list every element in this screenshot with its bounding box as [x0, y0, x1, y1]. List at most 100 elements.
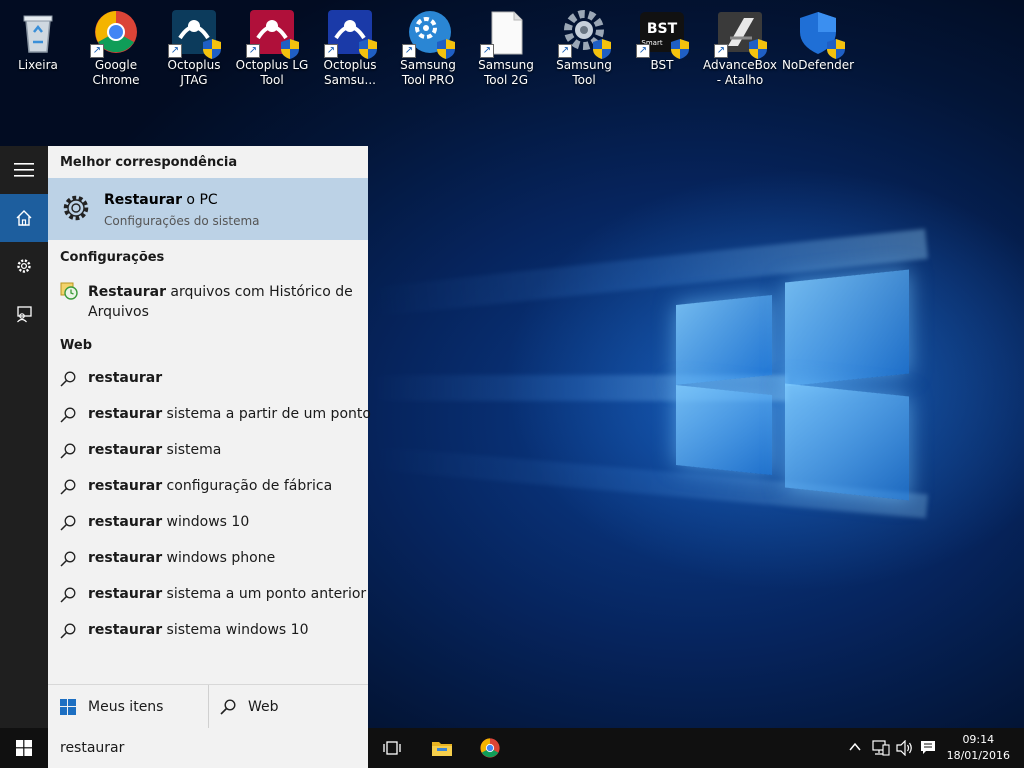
desktop-icon-samsung-tool-2g[interactable]: ↗ Samsung Tool 2G — [468, 4, 544, 88]
chevron-up-icon[interactable] — [848, 740, 862, 754]
hamburger-icon — [14, 163, 34, 177]
settings-button[interactable] — [0, 242, 48, 290]
web-result-item[interactable]: restaurar sistema a partir de um ponto — [48, 398, 371, 434]
task-view-icon — [383, 741, 401, 755]
settings-section-header: Configurações — [60, 250, 165, 265]
web-result-item[interactable]: restaurar configuração de fábrica — [48, 470, 368, 506]
desktop-icon-label: Octoplus LG Tool — [235, 58, 309, 87]
shortcut-arrow-icon: ↗ — [558, 44, 572, 58]
filter-divider — [208, 685, 209, 729]
uac-shield-icon — [749, 39, 767, 59]
desktop-icon-advancebox[interactable]: ↗ AdvanceBox - Atalho — [702, 4, 778, 88]
start-button[interactable] — [0, 728, 48, 768]
desktop-icon-bst[interactable]: BST Smart ↗ BST — [624, 4, 700, 73]
web-section-header: Web — [60, 338, 92, 353]
shortcut-arrow-icon: ↗ — [480, 44, 494, 58]
desktop-icon-nodefender[interactable]: NoDefender — [780, 4, 856, 73]
web-result-text: restaurar sistema windows 10 — [88, 622, 309, 638]
web-result-text: restaurar configuração de fábrica — [88, 478, 333, 494]
web-result-text: restaurar sistema — [88, 442, 222, 458]
notifications-icon[interactable] — [920, 740, 936, 756]
desktop-icon-chrome[interactable]: ↗ Google Chrome — [78, 4, 154, 88]
desktop-icon-lixeira[interactable]: Lixeira — [0, 4, 76, 73]
web-result-item[interactable]: restaurar sistema — [48, 434, 368, 470]
uac-shield-icon — [671, 39, 689, 59]
shortcut-arrow-icon: ↗ — [90, 44, 104, 58]
file-history-icon — [60, 282, 78, 300]
desktop-icon-label: Lixeira — [18, 58, 58, 72]
feedback-button[interactable] — [0, 290, 48, 338]
search-query-text: restaurar — [60, 740, 125, 756]
desktop-icon-octoplus-lg[interactable]: ↗ Octoplus LG Tool — [234, 4, 310, 88]
octoplus-lg-icon: ↗ — [246, 8, 299, 59]
chrome-icon: ↗ — [90, 8, 140, 58]
folder-icon — [432, 742, 452, 756]
clock-date: 18/01/2016 — [946, 749, 1010, 762]
settings-gear-icon — [63, 195, 89, 221]
web-result-item[interactable]: restaurar windows 10 — [48, 506, 368, 542]
filter-web[interactable]: Web — [220, 685, 279, 729]
web-result-text: restaurar sistema a partir de um ponto — [88, 406, 371, 422]
chrome-taskbar-button[interactable] — [466, 728, 514, 768]
settings-result-file-history[interactable]: Restaurar arquivos com Histórico de Arqui… — [48, 278, 368, 326]
web-result-item[interactable]: restaurar windows phone — [48, 542, 368, 578]
samsung-tool-2g-icon: ↗ — [480, 8, 530, 58]
desktop-icon-label: Samsung Tool PRO — [400, 58, 456, 87]
desktop-icon-octoplus-jtag[interactable]: ↗ Octoplus JTAG — [156, 4, 232, 88]
desktop-icon-samsung-tool-pro[interactable]: ↗ Samsung Tool PRO — [390, 4, 466, 88]
advancebox-icon: ↗ — [714, 8, 767, 59]
start-rail — [0, 146, 48, 728]
clock-time: 09:14 — [962, 733, 995, 746]
octoplus-jtag-icon: ↗ — [168, 8, 221, 59]
desktop-icon-octoplus-samsung[interactable]: ↗ Octoplus Samsu... — [312, 4, 388, 88]
uac-shield-icon — [203, 39, 221, 59]
windows-logo-icon — [60, 699, 76, 715]
search-icon — [60, 587, 76, 603]
search-icon — [60, 623, 76, 639]
shortcut-arrow-icon: ↗ — [324, 44, 338, 58]
search-icon — [60, 443, 76, 459]
network-icon[interactable] — [872, 740, 890, 756]
shortcut-arrow-icon: ↗ — [714, 44, 728, 58]
file-explorer-button[interactable] — [418, 728, 466, 768]
web-result-text: restaurar windows 10 — [88, 514, 250, 530]
desktop-icon-label: Octoplus Samsu... — [323, 58, 377, 87]
filter-my-stuff[interactable]: Meus itens — [60, 685, 163, 729]
desktop-icon-samsung-tool[interactable]: ↗ Samsung Tool — [546, 4, 622, 88]
home-button[interactable] — [0, 194, 48, 242]
samsung-tool-icon: ↗ — [558, 8, 611, 59]
best-match-result[interactable]: Restaurar o PC Configurações do sistema — [48, 178, 368, 240]
windows-logo-pane — [676, 294, 772, 386]
samsung-tool-pro-icon: ↗ — [402, 8, 455, 59]
filter-web-label: Web — [248, 699, 279, 715]
web-result-item[interactable]: restaurar sistema a um ponto anterior — [48, 578, 368, 614]
search-results-panel: Melhor correspondência Restaurar o PC Co… — [48, 146, 371, 729]
best-match-header: Melhor correspondência — [60, 155, 238, 170]
taskbar-search-box[interactable]: restaurar — [48, 728, 368, 768]
web-result-item[interactable]: restaurar sistema windows 10 — [48, 614, 368, 650]
web-result-text: restaurar — [88, 370, 163, 386]
shortcut-arrow-icon: ↗ — [246, 44, 260, 58]
taskbar-clock[interactable]: 09:14 18/01/2016 — [947, 732, 1010, 764]
shortcut-arrow-icon: ↗ — [168, 44, 182, 58]
desktop-icon-label: NoDefender — [781, 58, 855, 72]
bst-icon: BST Smart ↗ — [636, 8, 689, 59]
gear-icon — [17, 259, 31, 273]
web-result-item[interactable]: restaurar — [48, 362, 368, 398]
search-icon — [60, 479, 76, 495]
desktop-icon-label: AdvanceBox - Atalho — [703, 58, 777, 87]
search-icon — [60, 371, 76, 387]
shortcut-arrow-icon: ↗ — [636, 44, 650, 58]
windows-start-icon — [16, 740, 32, 756]
hamburger-menu-button[interactable] — [0, 146, 48, 194]
search-icon — [60, 515, 76, 531]
task-view-button[interactable] — [368, 728, 416, 768]
taskbar: restaurar 09:14 18/01/2016 — [0, 728, 1024, 768]
windows-logo-pane — [785, 383, 909, 501]
home-icon — [16, 210, 32, 226]
feedback-icon — [17, 306, 32, 323]
search-icon — [60, 407, 76, 423]
uac-shield-icon — [593, 39, 611, 59]
chrome-icon — [480, 738, 500, 758]
volume-icon[interactable] — [896, 740, 914, 756]
